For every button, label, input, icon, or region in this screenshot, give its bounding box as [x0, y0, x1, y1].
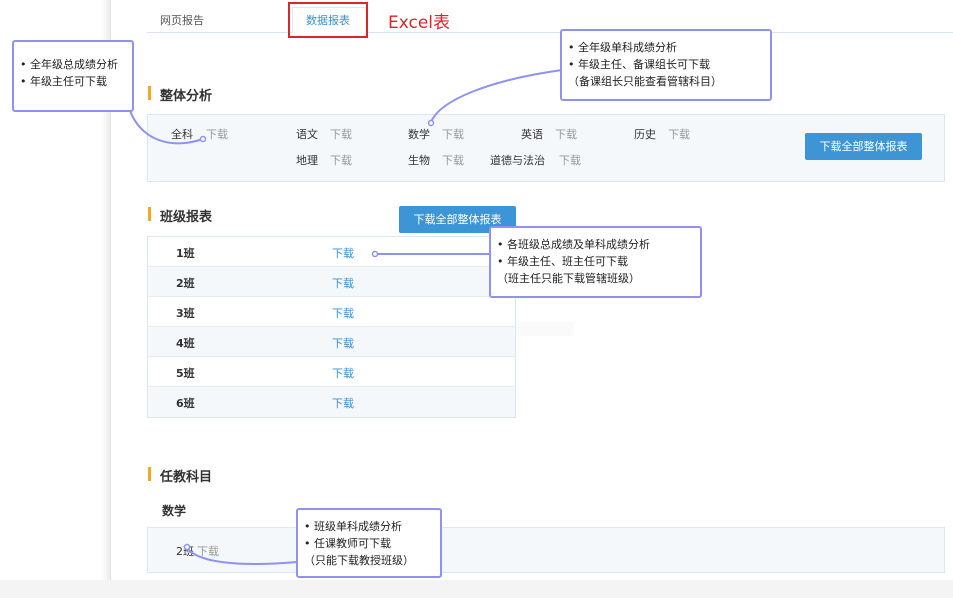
- callout-connectors: [128, 69, 563, 565]
- callout-single-subject: • 全年级单科成绩分析 • 年级主任、备课组长可下载 （备课组长只能查看管辖科目…: [560, 29, 772, 101]
- callout-class: • 各班级总成绩及单科成绩分析 • 年级主任、班主任可下载 （班主任只能下载管辖…: [489, 226, 702, 298]
- callout-teaching: • 班级单科成绩分析 • 任课教师可下载 （只能下载教授班级）: [296, 508, 442, 578]
- callout-overall-total: • 全年级总成绩分析 • 年级主任可下载: [12, 40, 134, 112]
